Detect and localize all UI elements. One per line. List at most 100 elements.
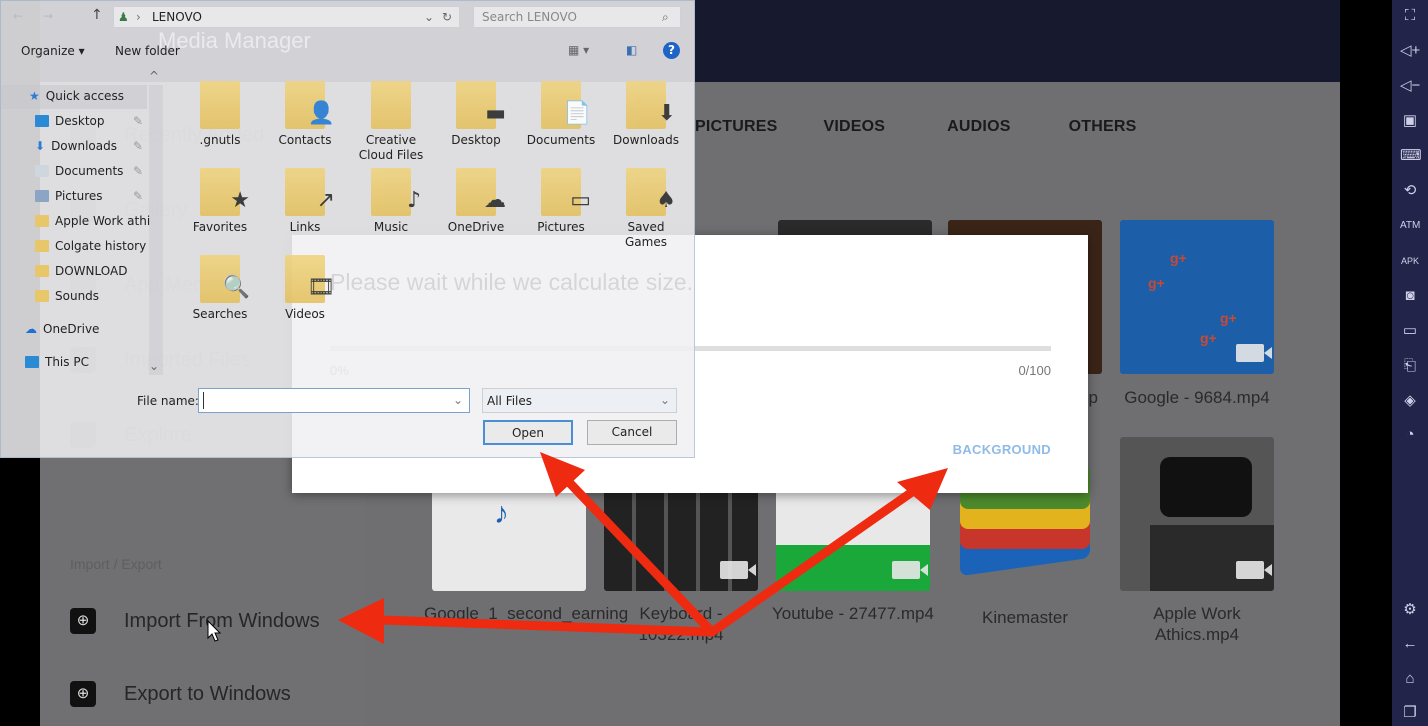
pin-icon[interactable]: ✎ [133, 114, 143, 128]
breadcrumb-separator: › [136, 10, 141, 24]
file-type-filter[interactable]: All Files ⌄ [482, 388, 677, 413]
folder-item[interactable]: ♪ Music [351, 168, 431, 235]
download-circle-icon: ⊕ [70, 608, 96, 634]
recents-icon[interactable]: ❐ [1400, 703, 1420, 723]
video-camera-icon [1236, 561, 1264, 579]
folder-item[interactable]: ★ Favorites [180, 168, 260, 235]
nav-item-this-pc[interactable]: This PC [25, 355, 89, 369]
cursor-icon[interactable]: ▣ [1400, 111, 1420, 131]
background-button[interactable]: BACKGROUND [953, 442, 1051, 457]
folder-item[interactable]: 👤 Contacts [265, 81, 345, 148]
section-label: Import / Export [70, 556, 162, 572]
home-icon[interactable]: ⌂ [1400, 669, 1420, 689]
tab-others[interactable]: OTHERS [1069, 118, 1137, 136]
folder-item[interactable]: .gnutls [180, 81, 260, 148]
folder-overlay-icon: ♪ [406, 188, 421, 213]
pc-icon [25, 356, 39, 368]
nav-item-folder[interactable]: DOWNLOAD [35, 264, 127, 278]
nav-scrollbar[interactable] [149, 85, 163, 375]
media-tile[interactable]: g+ g+ g+ g+ [1120, 220, 1274, 374]
folder-icon: 📄 [541, 81, 591, 129]
tile-caption: Kinemaster [982, 608, 1068, 627]
keyboard-icon[interactable]: ⌨ [1400, 146, 1422, 166]
folder-icon [371, 81, 411, 129]
organize-button[interactable]: Organize ▾ [21, 44, 85, 58]
volume-down-icon[interactable]: ◁− [1400, 76, 1420, 96]
folder-label: Downloads [613, 133, 679, 147]
macro-icon[interactable]: ⟲ [1400, 181, 1420, 201]
folder-item[interactable]: 📄 Documents [521, 81, 601, 148]
folder-item[interactable]: ▭ Pictures [521, 168, 601, 235]
search-input[interactable]: Search LENOVO ⌕ [473, 6, 681, 28]
folder-label: Searches [192, 307, 248, 321]
folder-overlay-icon: ♠ [656, 188, 676, 213]
fullscreen-icon[interactable]: ⛶ [1400, 6, 1420, 26]
nav-item-desktop[interactable]: Desktop ✎ [35, 114, 143, 128]
help-icon[interactable]: ? [663, 42, 680, 59]
tab-pictures[interactable]: PICTURES [695, 118, 778, 136]
folder-icon: ▬ [456, 81, 506, 129]
forward-arrow-icon[interactable]: → [43, 9, 53, 23]
media-tile[interactable] [1120, 437, 1274, 591]
tab-videos[interactable]: VIDEOS [824, 118, 886, 136]
folder-overlay-icon: 👤 [307, 101, 335, 126]
settings-icon[interactable]: ⚙ [1400, 600, 1420, 620]
folder-label: Documents [526, 133, 596, 147]
back-arrow-icon[interactable]: ← [13, 9, 23, 23]
layers-icon[interactable]: ◈ [1400, 391, 1420, 411]
folder-icon [35, 240, 49, 252]
nav-item-quick-access[interactable]: ★ Quick access [29, 89, 124, 103]
tab-audios[interactable]: AUDIOS [947, 118, 1010, 136]
cancel-button[interactable]: Cancel [587, 420, 677, 445]
folder-overlay-icon: ☁ [484, 188, 506, 213]
folder-item[interactable]: ⬇ Downloads [606, 81, 686, 148]
folder-item[interactable]: 🎞 Videos [265, 255, 345, 322]
preview-pane-icon[interactable]: ◧ [626, 43, 637, 57]
folder-item[interactable]: ↗ Links [265, 168, 345, 235]
folder-label: Pictures [537, 220, 585, 234]
folder-label: Contacts [278, 133, 332, 147]
folder-icon[interactable]: ▭ [1400, 321, 1420, 341]
address-bar[interactable]: ♟ › LENOVO ⌄ ↻ [113, 6, 460, 28]
nav-item-downloads[interactable]: ⬇ Downloads ✎ [35, 139, 143, 153]
volume-up-icon[interactable]: ◁+ [1400, 41, 1420, 61]
nav-item-folder[interactable]: Apple Work athi [35, 214, 150, 228]
star-icon: ★ [29, 89, 40, 103]
apk-icon[interactable]: APK [1400, 251, 1420, 271]
nav-item-folder[interactable]: Sounds [35, 289, 99, 303]
rotate-icon[interactable]: ⎗ [1400, 356, 1420, 376]
folder-icon: ⬇ [626, 81, 676, 129]
scroll-up-icon[interactable]: ^ [149, 69, 159, 83]
nav-item-pictures[interactable]: Pictures ✎ [35, 189, 143, 203]
folder-item[interactable]: ☁ OneDrive [436, 168, 516, 235]
scroll-down-icon[interactable]: ⌄ [149, 359, 159, 373]
folder-item[interactable]: 🔍 Searches [180, 255, 260, 322]
screenshot-icon[interactable]: ◙ [1400, 286, 1420, 306]
refresh-icon[interactable]: ↻ [442, 10, 452, 24]
folder-item[interactable]: ♠ Saved Games [606, 168, 686, 250]
file-name-input[interactable]: ⌄ [198, 388, 470, 413]
desktop-icon [35, 115, 49, 127]
new-folder-button[interactable]: New folder [115, 44, 180, 58]
nav-item-onedrive[interactable]: ☁ OneDrive [25, 322, 99, 336]
folder-item[interactable]: ▬ Desktop [436, 81, 516, 148]
pin-icon[interactable]: ✎ [133, 189, 143, 203]
nav-item-documents[interactable]: Documents ✎ [35, 164, 143, 178]
chevron-down-icon[interactable]: ⌄ [424, 10, 434, 24]
nav-item-folder[interactable]: Colgate history [35, 239, 146, 253]
up-arrow-icon[interactable]: ↑ [91, 7, 103, 23]
back-icon[interactable]: ← [1400, 634, 1420, 654]
pin-icon[interactable]: ✎ [133, 164, 143, 178]
import-from-windows[interactable]: ⊕ Import From Windows [70, 608, 320, 634]
chevron-down-icon[interactable]: ⌄ [453, 393, 463, 407]
folder-item[interactable]: Creative Cloud Files [351, 81, 431, 163]
view-options-icon[interactable]: ▦ ▾ [568, 43, 589, 57]
open-button[interactable]: Open [483, 420, 573, 445]
pin-icon[interactable]: ✎ [133, 139, 143, 153]
export-to-windows[interactable]: ⊕ Export to Windows [70, 681, 291, 707]
document-icon [35, 165, 49, 177]
search-icon: ⌕ [662, 10, 669, 24]
atm-icon[interactable]: ATM [1400, 216, 1420, 236]
folder-label: Creative Cloud Files [358, 133, 424, 162]
speed-icon[interactable]: ◔ [1400, 425, 1420, 445]
